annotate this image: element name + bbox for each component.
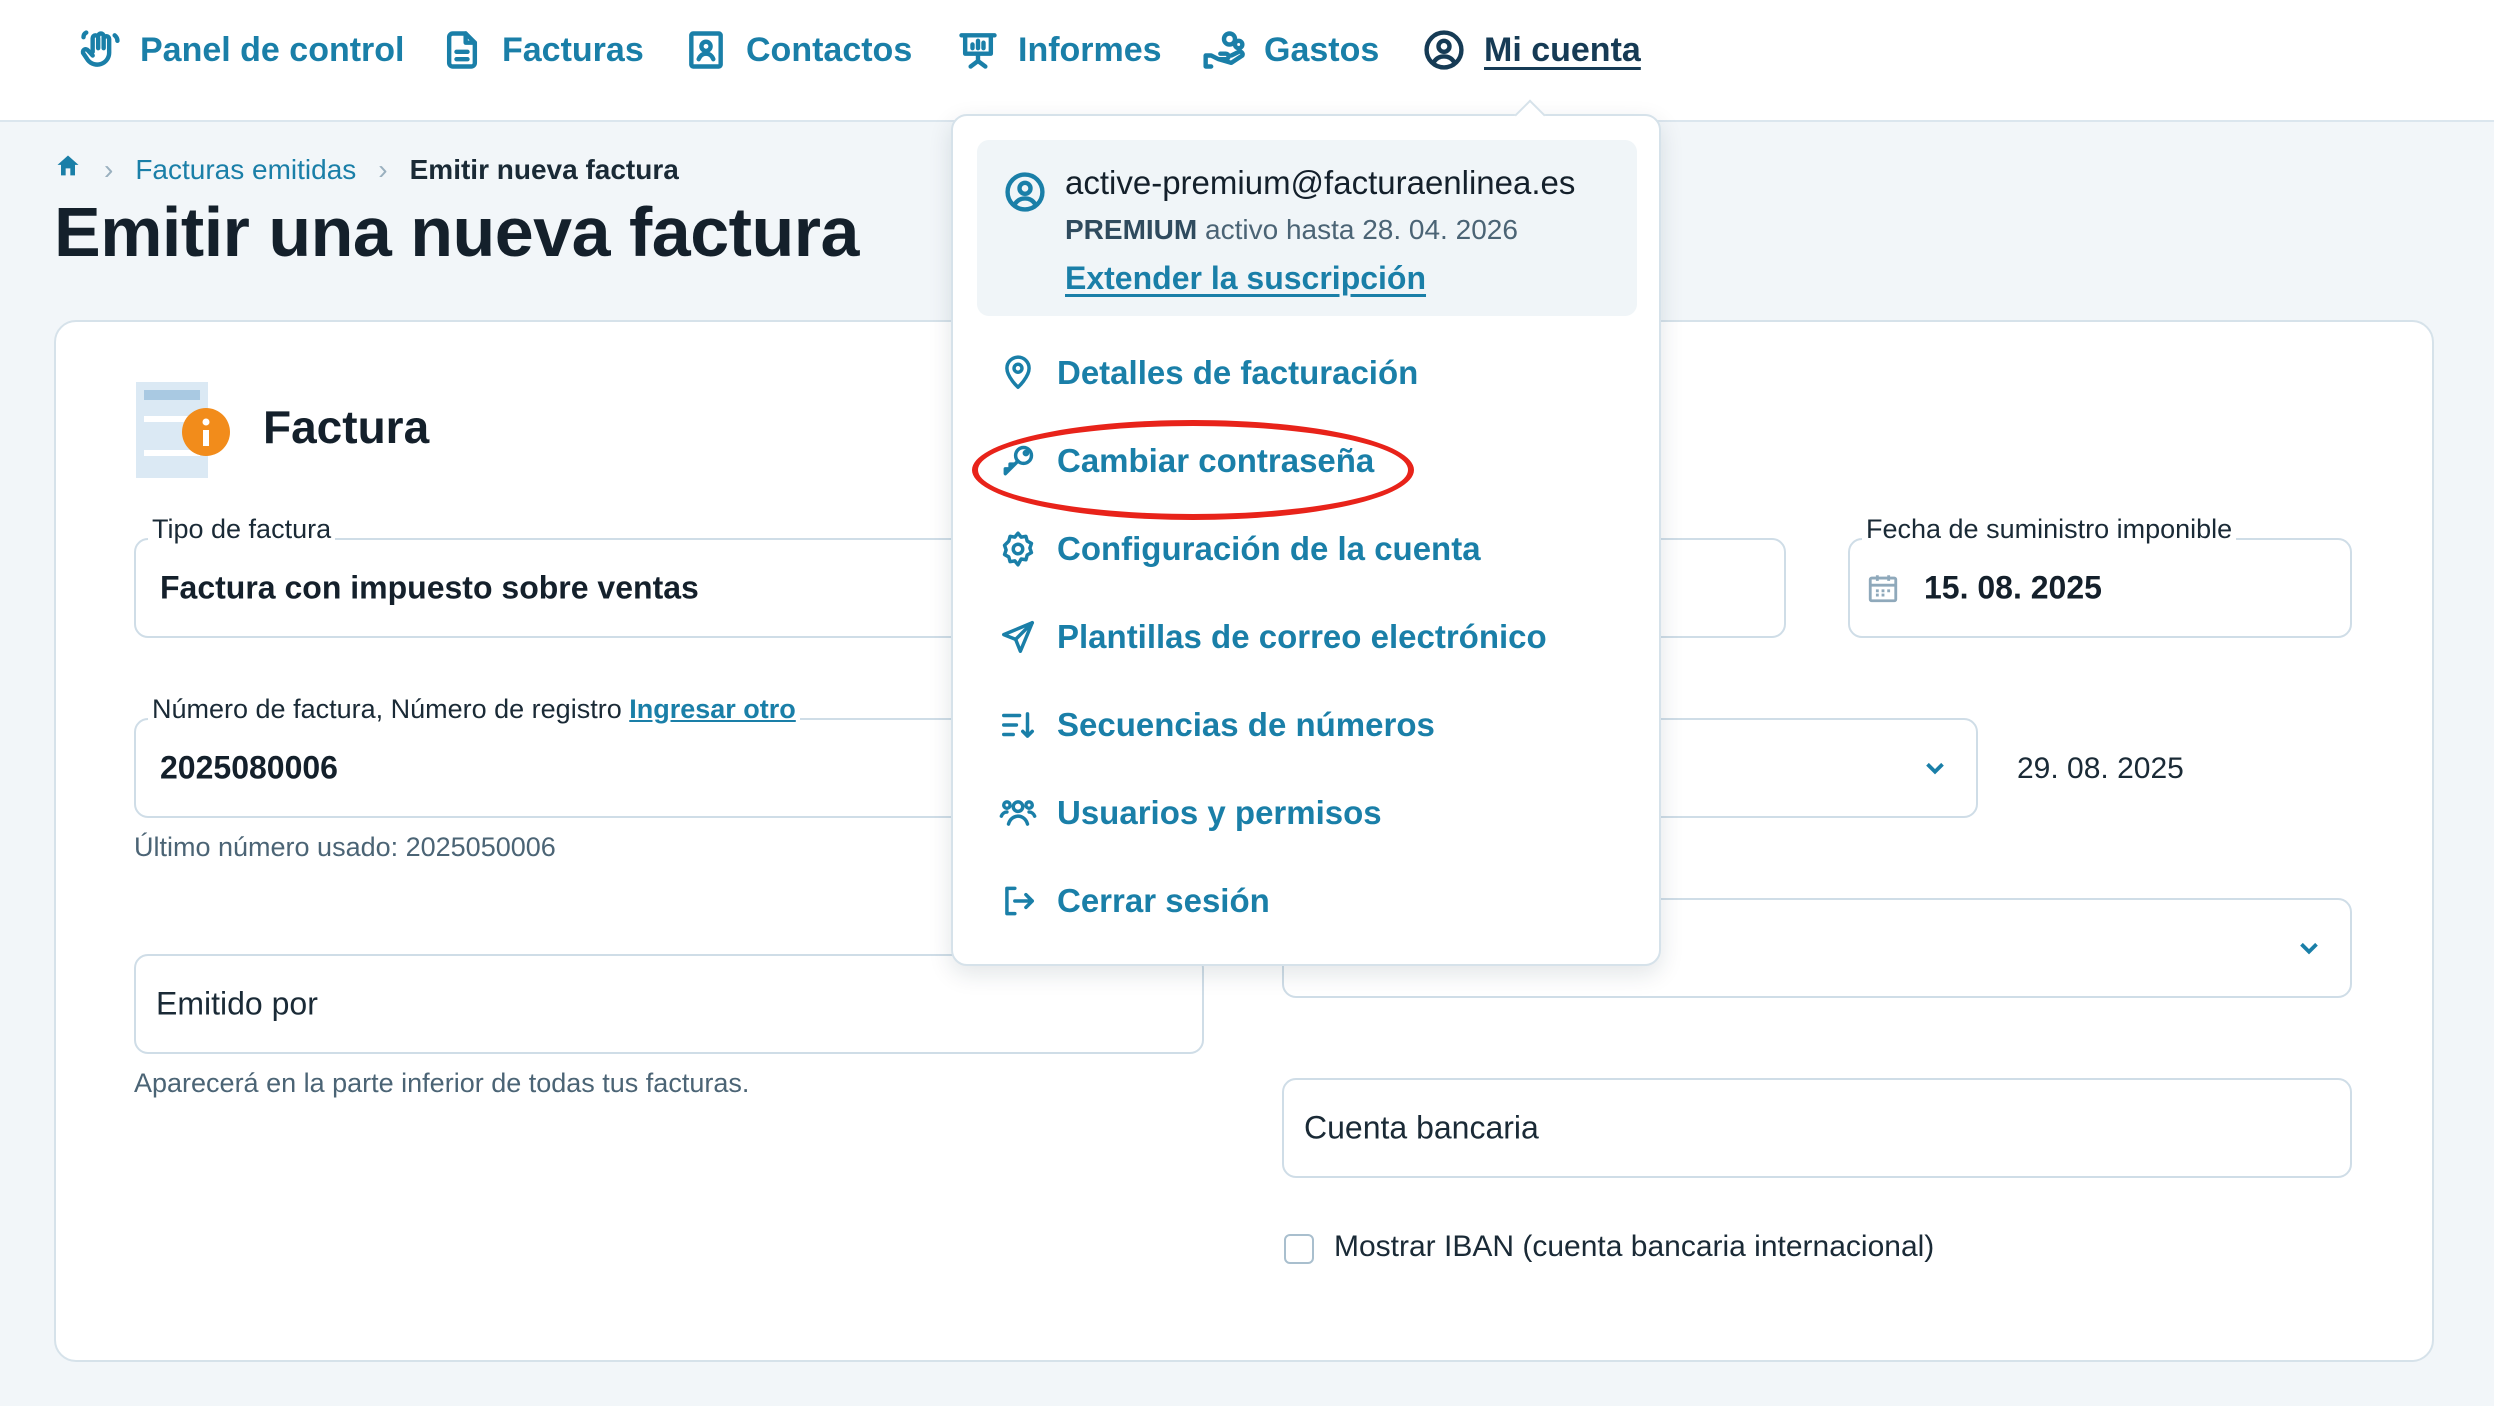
- account-summary: active-premium@facturaenlinea.es PREMIUM…: [977, 140, 1637, 316]
- menu-label: Usuarios y permisos: [1057, 794, 1382, 831]
- show-iban-checkbox[interactable]: [1284, 1234, 1314, 1264]
- chevron-right-icon: ›: [104, 153, 114, 185]
- bank-account-placeholder: Cuenta bancaria: [1304, 1109, 1539, 1146]
- issued-by-helper: Aparecerá en la parte inferior de todas …: [134, 1068, 750, 1098]
- hand-wave-icon: [80, 30, 120, 67]
- invoice-type-label: Tipo de factura: [148, 514, 336, 545]
- hand-coins-icon: [1203, 31, 1245, 69]
- menu-billing-details[interactable]: Detalles de facturación: [999, 348, 1418, 398]
- show-iban-label[interactable]: Mostrar IBAN (cuenta bancaria internacio…: [1334, 1230, 1934, 1264]
- nav-contactos[interactable]: Contactos: [684, 26, 912, 74]
- chevron-down-icon: [2300, 942, 2318, 955]
- menu-logout[interactable]: Cerrar sesión: [999, 876, 1270, 926]
- menu-label: Plantillas de correo electrónico: [1057, 618, 1547, 655]
- menu-number-sequences[interactable]: Secuencias de números: [999, 700, 1435, 750]
- breadcrumb-facturas-emitidas[interactable]: Facturas emitidas: [135, 154, 356, 186]
- nav-label: Contactos: [746, 30, 913, 69]
- supply-date-value: 15. 08. 2025: [1924, 569, 2102, 606]
- due-days-select[interactable]: [1640, 718, 1978, 818]
- send-icon: [1002, 621, 1034, 653]
- document-icon: [446, 31, 478, 69]
- enter-other-link[interactable]: Ingresar otro: [629, 694, 796, 724]
- top-navigation: Panel de control Facturas Contactos Info…: [0, 0, 2494, 122]
- menu-label: Cerrar sesión: [1057, 882, 1270, 919]
- nav-mi-cuenta[interactable]: Mi cuenta: [1422, 26, 1641, 74]
- breadcrumb: › Facturas emitidas › Emitir nueva factu…: [54, 152, 679, 187]
- chevron-right-icon: ›: [378, 153, 388, 185]
- users-icon: [999, 800, 1037, 826]
- menu-email-templates[interactable]: Plantillas de correo electrónico: [999, 612, 1547, 662]
- nav-informes[interactable]: Informes: [956, 26, 1162, 74]
- supply-date-label: Fecha de suministro imponible: [1862, 514, 2237, 545]
- invoice-number-label: Número de factura, Número de registro In…: [148, 694, 800, 725]
- calendar-icon: [1868, 575, 1898, 603]
- last-used-number: Último número usado: 2025050006: [134, 832, 556, 862]
- invoice-type-value: Factura con impuesto sobre ventas: [160, 569, 699, 606]
- menu-label: Cambiar contraseña: [1057, 442, 1375, 479]
- menu-change-password[interactable]: Cambiar contraseña: [999, 436, 1374, 486]
- user-circle-icon: [1005, 172, 1045, 212]
- supply-date-field[interactable]: Fecha de suministro imponible 15. 08. 20…: [1848, 514, 2352, 638]
- gear-icon: [1002, 531, 1034, 567]
- menu-label: Configuración de la cuenta: [1057, 530, 1481, 567]
- nav-label: Panel de control: [140, 30, 405, 69]
- menu-users-permissions[interactable]: Usuarios y permisos: [999, 788, 1382, 838]
- logout-icon: [1005, 886, 1034, 916]
- presentation-icon: [959, 33, 997, 69]
- nav-label: Gastos: [1264, 30, 1380, 69]
- menu-label: Detalles de facturación: [1057, 354, 1419, 391]
- invoice-info-icon: [136, 382, 230, 478]
- user-circle-icon: [1424, 30, 1464, 70]
- section-title: Factura: [263, 401, 430, 453]
- chevron-down-icon: [1926, 762, 1944, 775]
- extend-subscription-link[interactable]: Extender la suscripción: [1065, 260, 1426, 297]
- menu-label: Secuencias de números: [1057, 706, 1435, 743]
- nav-label: Facturas: [502, 30, 644, 69]
- nav-facturas[interactable]: Facturas: [440, 26, 644, 74]
- account-dropdown: active-premium@facturaenlinea.es PREMIUM…: [951, 99, 1661, 966]
- breadcrumb-home[interactable]: [54, 152, 82, 187]
- issued-by-input[interactable]: Emitido por: [134, 954, 1204, 1054]
- nav-label: Mi cuenta: [1484, 30, 1641, 69]
- account-email: active-premium@facturaenlinea.es: [1065, 164, 1576, 201]
- nav-gastos[interactable]: Gastos: [1202, 26, 1379, 74]
- key-icon: [1003, 445, 1034, 476]
- page-title: Emitir una nueva factura: [54, 193, 859, 271]
- middle-field[interactable]: [1640, 538, 1786, 638]
- nav-panel-de-control[interactable]: Panel de control: [78, 26, 405, 74]
- location-pin-icon: [1005, 355, 1031, 389]
- due-date-value: 29. 08. 2025: [2017, 752, 2184, 785]
- contact-card-icon: [689, 31, 723, 69]
- plan-text: activo hasta 28. 04. 2026: [1197, 214, 1518, 245]
- issued-by-placeholder: Emitido por: [156, 985, 318, 1022]
- plan-badge: PREMIUM: [1065, 214, 1198, 245]
- sort-numbers-icon: [1002, 712, 1034, 738]
- invoice-number-value: 2025080006: [160, 749, 338, 786]
- breadcrumb-current: Emitir nueva factura: [409, 153, 679, 185]
- invoice-number-label-text: Número de factura, Número de registro: [152, 694, 622, 724]
- nav-label: Informes: [1018, 30, 1162, 69]
- menu-account-settings[interactable]: Configuración de la cuenta: [999, 524, 1481, 574]
- home-icon: [57, 155, 79, 176]
- bank-account-input[interactable]: Cuenta bancaria: [1282, 1078, 2352, 1178]
- plan-status: PREMIUM activo hasta 28. 04. 2026: [1065, 214, 1518, 246]
